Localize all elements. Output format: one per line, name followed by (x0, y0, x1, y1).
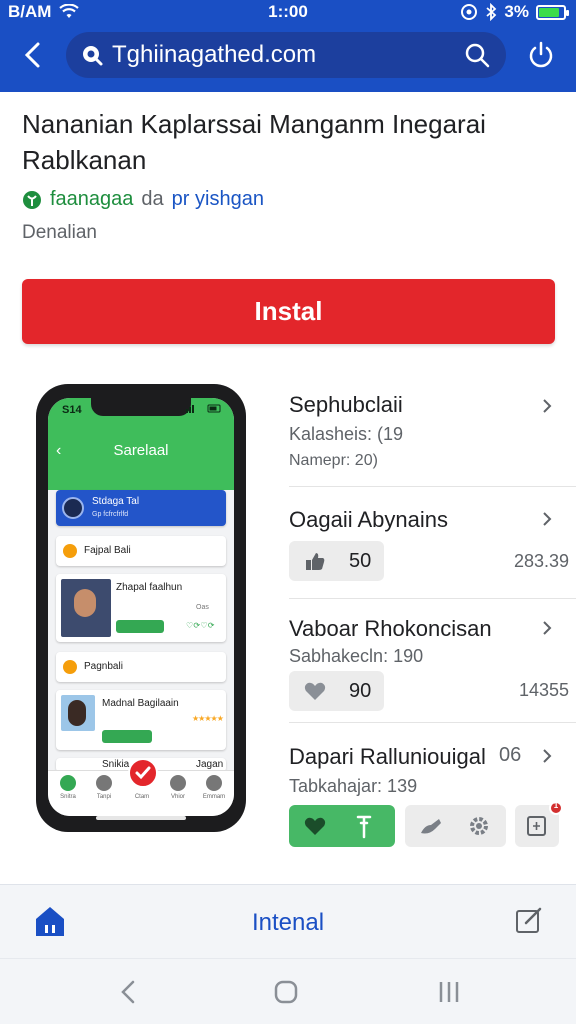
recents-icon[interactable] (436, 979, 462, 1005)
bottom-nav-label[interactable]: Intenal (0, 909, 576, 937)
chevron-right-icon[interactable] (539, 620, 555, 636)
power-icon[interactable] (526, 40, 556, 70)
phone-header-title: Sarelaal (113, 442, 169, 459)
phone-card-title: Pagnbali (84, 661, 123, 672)
developer-name[interactable]: faanagaa (50, 188, 133, 211)
phone-card-button (102, 730, 152, 743)
phone-card-title: Snikia (102, 759, 130, 770)
url-text: Tghiinagathed.com (112, 41, 317, 68)
install-button[interactable]: Instal (22, 279, 555, 344)
list-item-stat: 14355 (518, 680, 569, 700)
heart-icon (304, 817, 326, 835)
favorite-count-chip[interactable]: 90 (289, 671, 384, 711)
list-item-title: Sephubclaii (289, 392, 403, 417)
phone-card-title: Fajpal Bali (84, 545, 131, 556)
chip-value: 50 (349, 550, 372, 572)
phone-card-meta: Oas (196, 604, 209, 611)
list-item-meta: Sabhakecln: 190 (289, 646, 424, 666)
bottom-navigation: Intenal (0, 884, 576, 958)
phone-card-icons: ♡ ⟳ ♡ ⟳ (186, 621, 214, 630)
phone-card-person (68, 700, 86, 726)
list-item[interactable]: Dapari Ralluniouigal 06 Tabkahajar: 139 (289, 742, 569, 802)
url-bar[interactable]: Tghiinagathed.com (66, 32, 506, 78)
phone-card-dot (63, 660, 77, 674)
phone-card-stars: ★★★★★ (192, 714, 224, 723)
note-icon (527, 816, 546, 836)
chevron-right-icon[interactable] (539, 398, 555, 414)
developer-logo-icon (23, 190, 41, 209)
edit-icon[interactable] (514, 905, 544, 935)
developer-publisher[interactable]: pr yishgan (172, 188, 264, 211)
divider (289, 486, 576, 487)
pin-icon (356, 815, 372, 839)
status-bar: B/AM 1::00 3% (0, 0, 576, 26)
phone-tab: Tanpi (86, 775, 122, 800)
back-arrow-icon[interactable] (16, 38, 50, 72)
developer-by: da (141, 188, 164, 210)
phone-screen: S14 ‹ Sarelaal Stdaga Tal Gp fcfrcfrlfd … (48, 398, 234, 816)
chip-value: 90 (349, 680, 372, 702)
phone-card-title: Zhapal faalhun (116, 582, 183, 593)
favorite-pin-button[interactable] (289, 805, 395, 847)
phone-card-person (74, 589, 96, 617)
notification-badge: 1 (549, 801, 563, 815)
phone-card-title: Madnal Bagilaain (102, 698, 179, 709)
phone-card: Zhapal faalhun Oas ♡ ⟳ ♡ ⟳ (56, 574, 226, 642)
thumbs-icon (306, 553, 325, 570)
phone-card-meta: Jagan (196, 759, 224, 770)
phone-home-indicator (96, 816, 186, 820)
phone-time: S14 (62, 404, 82, 416)
list-item[interactable]: Sephubclaii Kalasheis: (19 Namepr: 20) (289, 390, 569, 486)
list-item-meta: Kalasheis: (19 (289, 424, 404, 444)
phone-card: Madnal Bagilaain ★★★★★ (56, 690, 226, 750)
divider (289, 598, 576, 599)
bird-icon (421, 819, 441, 834)
app-screenshot[interactable]: S14 ‹ Sarelaal Stdaga Tal Gp fcfrcfrlfd … (36, 384, 246, 832)
list-item-stat: 283.39 (513, 551, 569, 571)
phone-card-button (116, 620, 164, 633)
phone-card: Fajpal Bali (56, 536, 226, 566)
phone-card-sub: Gp fcfrcfrlfd (92, 511, 129, 518)
app-title: Nananian Kaplarssai Manganm Inegarai Rab… (22, 109, 486, 175)
list-item-title: Vaboar Rhokoncisan (289, 616, 492, 641)
heart-icon (304, 682, 326, 700)
at-icon (461, 4, 478, 20)
bluetooth-icon (486, 3, 497, 21)
share-settings-button[interactable] (405, 805, 506, 847)
chevron-right-icon[interactable] (539, 511, 555, 527)
phone-card: Pagnbali (56, 652, 226, 682)
battery-icon (536, 4, 569, 20)
chevron-right-icon[interactable] (539, 748, 555, 764)
phone-tab: Emmam (196, 775, 232, 800)
phone-avatar (62, 497, 84, 519)
developer-row[interactable]: faanagaa da pr yishgan (22, 188, 264, 211)
list-item[interactable]: Oagaii Abynains 50 283.39 (289, 505, 569, 595)
list-item-title: Dapari Ralluniouigal (289, 744, 486, 769)
phone-tab: Vhior (160, 775, 196, 800)
list-item-title: Oagaii Abynains (289, 507, 448, 532)
phone-card: Stdaga Tal Gp fcfrcfrlfd (56, 490, 226, 526)
home-circle-icon[interactable] (273, 979, 299, 1005)
system-navigation (0, 958, 576, 1024)
list-item[interactable]: Vaboar Rhokoncisan Sabhakecln: 190 90 14… (289, 614, 569, 714)
browser-header: B/AM 1::00 3% Tghiinagathed.com (0, 0, 576, 92)
phone-check-icon (128, 758, 158, 788)
phone-status-icons (186, 404, 221, 413)
phone-notch (91, 398, 191, 416)
app-category: Denalian (22, 222, 97, 243)
list-item-suffix: 06 (499, 744, 522, 766)
back-icon[interactable] (116, 979, 142, 1005)
search-icon[interactable] (464, 42, 490, 68)
notes-button[interactable]: 1 (515, 801, 563, 847)
list-item-meta2: Namepr: 20) (289, 452, 378, 469)
list-item-meta: Tabkahajar: 139 (289, 776, 418, 796)
phone-card-title: Stdaga Tal (92, 496, 140, 507)
gear-icon (470, 817, 488, 835)
divider (289, 722, 576, 723)
like-count-chip[interactable]: 50 (289, 541, 384, 581)
battery-percent: 3% (504, 2, 529, 21)
lock-icon (83, 46, 103, 66)
phone-tab: Snitra (50, 775, 86, 800)
phone-card-dot (63, 544, 77, 558)
